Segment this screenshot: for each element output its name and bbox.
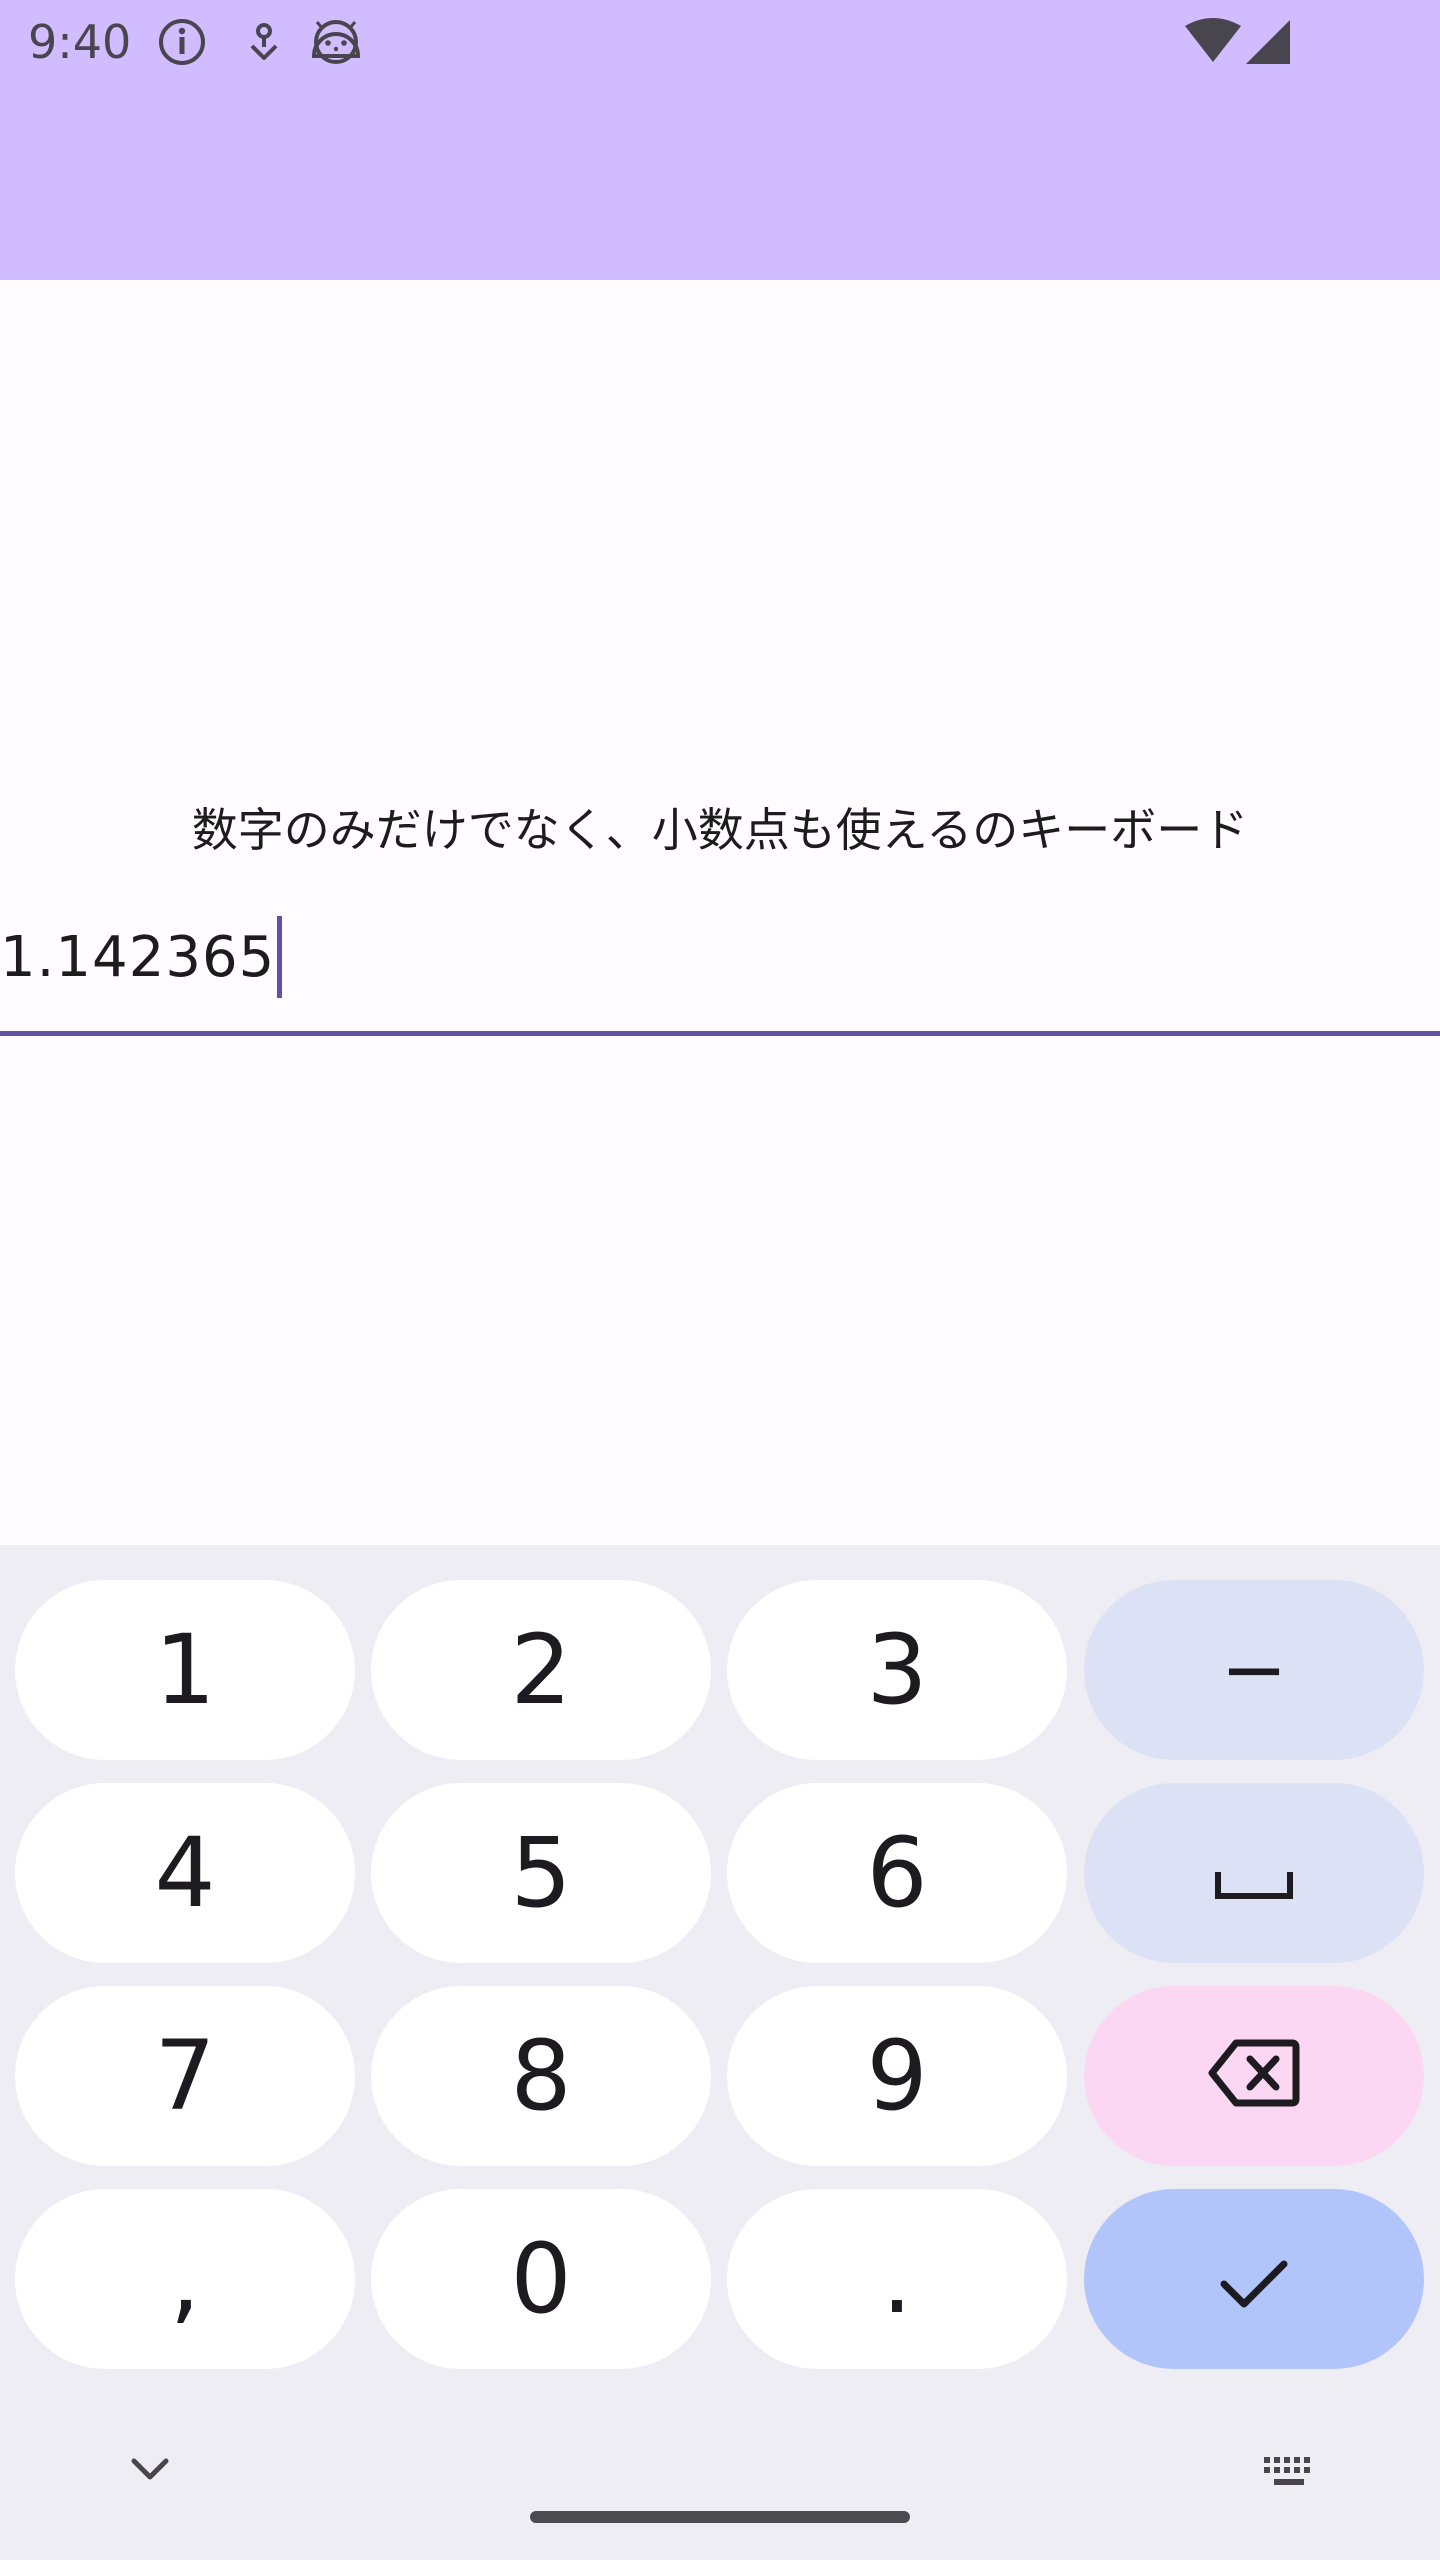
key-2-label: 2 [510,1614,572,1726]
key-minus-label: − [1220,1623,1288,1716]
key-4-label: 4 [154,1817,216,1929]
key-period[interactable]: . [727,2189,1067,2369]
key-backspace[interactable] [1084,1986,1424,2166]
key-4[interactable]: 4 [15,1783,355,1963]
keyboard-description-label: 数字のみだけでなく、小数点も使えるのキーボード [191,803,1249,857]
key-2[interactable]: 2 [371,1580,711,1760]
keyboard-icon[interactable] [1262,2455,1318,2493]
key-7[interactable]: 7 [15,1986,355,2166]
numeric-keyboard: 1 2 3 − 4 5 6 7 8 9 , 0 . [0,1545,1440,2560]
status-time: 9:40 [28,15,132,69]
key-comma[interactable]: , [15,2189,355,2369]
decimal-input-value[interactable]: 1.142365 [0,916,283,1002]
key-9-label: 9 [866,2020,928,2132]
wifi-icon [1183,18,1243,70]
key-5[interactable]: 5 [371,1783,711,1963]
cell-signal-icon [1244,18,1292,70]
main-content: 数字のみだけでなく、小数点も使えるのキーボード 1.142365 [0,280,1440,1545]
chevron-down-icon[interactable] [128,2453,172,2487]
key-period-label: . [881,2223,913,2335]
backspace-icon [1208,2020,1300,2132]
key-9[interactable]: 9 [727,1986,1067,2166]
key-comma-label: , [169,2223,201,2335]
tethering-icon [238,16,290,72]
input-text: 1.142365 [0,925,276,991]
key-1-label: 1 [154,1614,216,1726]
text-cursor [277,916,283,998]
status-bar: 9:40 [0,0,1440,280]
key-8-label: 8 [510,2020,572,2132]
key-6[interactable]: 6 [727,1783,1067,1963]
key-3[interactable]: 3 [727,1580,1067,1760]
check-icon [1218,2223,1290,2335]
key-7-label: 7 [154,2020,216,2132]
key-3-label: 3 [866,1614,928,1726]
info-icon [156,16,208,72]
key-6-label: 6 [866,1817,928,1929]
key-0[interactable]: 0 [371,2189,711,2369]
android-head-icon [308,16,364,72]
key-8[interactable]: 8 [371,1986,711,2166]
key-1[interactable]: 1 [15,1580,355,1760]
key-5-label: 5 [510,1817,572,1929]
space-icon [1214,1817,1294,1929]
decimal-input-field[interactable]: 1.142365 [0,900,1440,1036]
key-done[interactable] [1084,2189,1424,2369]
key-space[interactable] [1084,1783,1424,1963]
home-indicator[interactable] [530,2511,910,2523]
key-minus[interactable]: − [1084,1580,1424,1760]
key-0-label: 0 [510,2223,572,2335]
